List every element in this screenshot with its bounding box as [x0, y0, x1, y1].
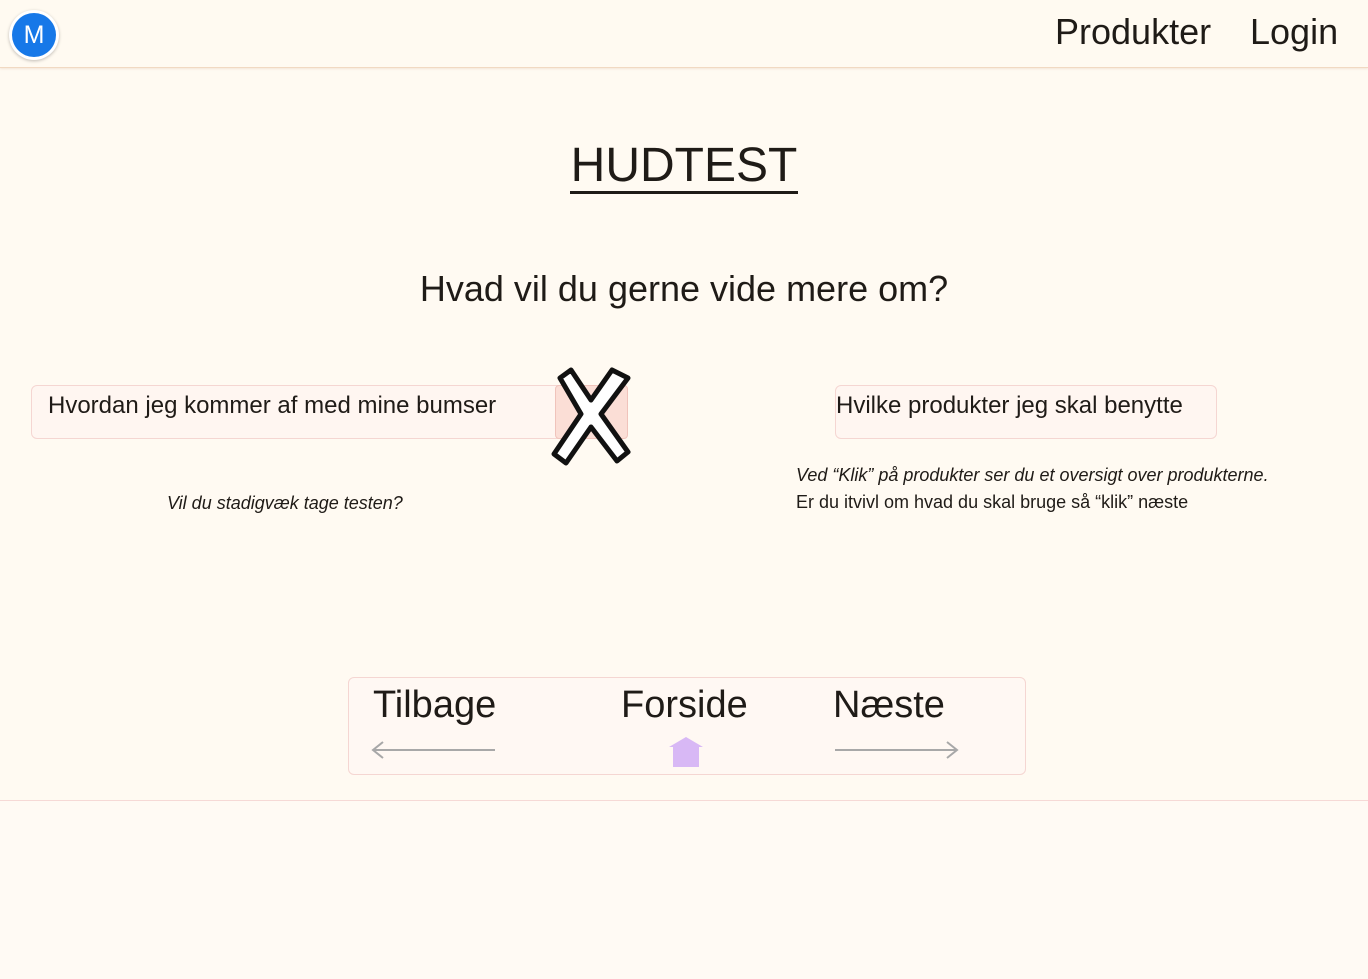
- page-title-wrapper: HUDTEST: [0, 138, 1368, 194]
- option-acne-label: Hvordan jeg kommer af med mine bumser: [48, 392, 497, 419]
- option-products-note-line-2: Er du itvivl om hvad du skal bruge så “k…: [796, 492, 1189, 512]
- avatar-letter: M: [12, 13, 56, 57]
- next-label: Næste: [833, 684, 945, 726]
- option-acne-note: Vil du stadigvæk tage testen?: [167, 493, 403, 513]
- home-label: Forside: [621, 684, 748, 726]
- option-acne-button[interactable]: Hvordan jeg kommer af med mine bumser: [31, 385, 628, 439]
- left-arrow-icon: [371, 741, 495, 759]
- footer-area: [0, 800, 1368, 979]
- bottom-navigation: Tilbage Forside Næste: [348, 677, 1026, 775]
- question-heading: Hvad vil du gerne vide mere om?: [419, 268, 949, 309]
- option-products-note-line-1: Ved “Klik” på produkter ser du et oversi…: [796, 465, 1269, 485]
- option-products-note: Ved “Klik” på produkter ser du et oversi…: [796, 462, 1269, 516]
- home-button[interactable]: Forside: [621, 682, 755, 768]
- back-label: Tilbage: [373, 684, 497, 726]
- option-products-label: Hvilke produkter jeg skal benytte: [836, 392, 1183, 419]
- next-button[interactable]: Næste: [833, 682, 963, 768]
- user-avatar[interactable]: M: [9, 10, 59, 60]
- x-mark-icon: [551, 367, 631, 466]
- nav-link-products[interactable]: Produkter: [1055, 11, 1211, 53]
- nav-link-login[interactable]: Login: [1250, 11, 1338, 53]
- top-navigation-bar: M Produkter Login: [0, 0, 1368, 68]
- home-icon: [669, 737, 703, 767]
- back-button[interactable]: Tilbage: [371, 682, 501, 768]
- page-title: HUDTEST: [569, 139, 799, 194]
- right-arrow-icon: [835, 741, 959, 759]
- option-products-button[interactable]: Hvilke produkter jeg skal benytte: [835, 385, 1217, 439]
